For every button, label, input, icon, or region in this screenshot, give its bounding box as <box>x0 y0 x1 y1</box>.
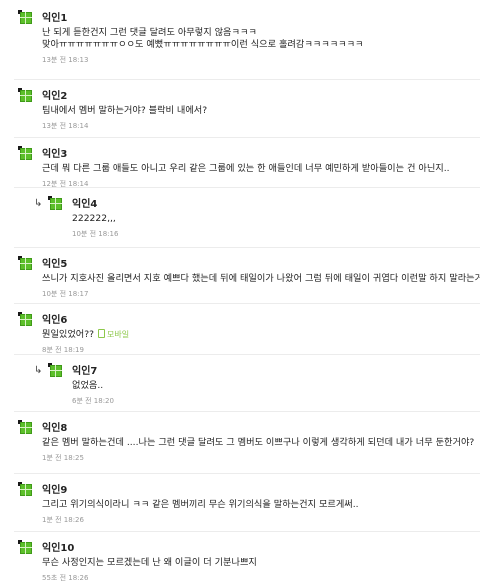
comment-timestamp: 10분 전 18:17 <box>42 290 89 298</box>
comment-text: 같은 멤버 말하는건데 ....나는 그런 댓글 달려도 그 멤버도 이쁘구나 … <box>42 437 474 449</box>
comment-text-line: 근데 뭐 다른 그룹 애들도 아니고 우리 같은 그룹에 있는 한 애들인데 너… <box>42 163 450 174</box>
comment-text: 근데 뭐 다른 그룹 애들도 아니고 우리 같은 그룹에 있는 한 애들인데 너… <box>42 163 450 175</box>
mobile-phone-icon <box>98 329 106 338</box>
comment-text: 그리고 위기의식이라니 ㅋㅋ 같은 멤버끼리 무슨 위기의식을 말하는건지 모르… <box>42 499 359 511</box>
comment-timestamp: 6분 전 18:20 <box>72 397 114 405</box>
comment-author[interactable]: 익인7 <box>72 362 97 377</box>
comment-text: 쓰니가 지호사진 올리면서 지호 예쁘다 했는데 뒤에 태일이가 나왔어 그럼 … <box>42 273 480 285</box>
comment-text-line: 무슨 사정인지는 모르겠는데 난 왜 이글이 더 기분나쁘지 <box>42 557 257 568</box>
reply-arrow-icon: ↳ <box>34 198 43 209</box>
avatar-icon <box>48 196 64 212</box>
comment-author[interactable]: 익인5 <box>42 255 67 270</box>
comment-timestamp: 10분 전 18:16 <box>72 230 119 238</box>
comment-text: 222222,,, <box>72 213 116 225</box>
comment-text: 팀내에서 멤버 말하는거야? 블락비 내에서? <box>42 105 207 117</box>
avatar-icon <box>18 10 34 26</box>
reply-arrow-icon: ↳ <box>34 365 43 376</box>
comment-author[interactable]: 익인3 <box>42 145 67 160</box>
comment-text-line: 없었음.. <box>72 380 104 391</box>
comment-author[interactable]: 익인1 <box>42 9 67 24</box>
comment-text-line: 같은 멤버 말하는건데 ....나는 그런 댓글 달려도 그 멤버도 이쁘구나 … <box>42 437 475 448</box>
avatar-icon <box>18 312 34 328</box>
comment-divider <box>14 303 480 304</box>
comment-text-line: 맞아ㅠㅠㅠㅠㅠㅠㅠㅇㅇ도 예뻤ㅠㅠㅠㅠㅠㅠㅠㅠ이런 식으로 홀려감ㅋㅋㅋㅋㅋㅋㅋ <box>42 39 364 50</box>
avatar-icon <box>18 146 34 162</box>
comment-text-line: 난 되게 듣한건지 그런 댓글 달려도 아무렇지 않음ㅋㅋㅋ <box>42 27 257 38</box>
comment-text-line: 팀내에서 멤버 말하는거야? 블락비 내에서? <box>42 105 208 116</box>
comment-divider <box>14 137 480 138</box>
comment-timestamp: 1분 전 18:25 <box>42 454 84 462</box>
comment-divider <box>14 247 480 248</box>
comment-text-line: 그리고 위기의식이라니 ㅋㅋ 같은 멤버끼리 무슨 위기의식을 말하는건지 모르… <box>42 499 359 510</box>
comment-author[interactable]: 익인10 <box>42 539 74 554</box>
comment-author[interactable]: 익인2 <box>42 87 67 102</box>
avatar-icon <box>18 256 34 272</box>
comment-divider <box>14 354 480 355</box>
comment-timestamp: 13분 전 18:13 <box>42 56 89 64</box>
comment-text: 없었음.. <box>72 380 103 392</box>
comment-divider <box>14 411 480 412</box>
avatar-icon <box>18 420 34 436</box>
comment-text: 뭔일있었어?? 모바일 <box>42 329 129 341</box>
comment-divider <box>14 531 480 532</box>
comment-divider <box>14 187 480 188</box>
comment-author[interactable]: 익인9 <box>42 481 67 496</box>
comment-author[interactable]: 익인4 <box>72 195 97 210</box>
comment-text: 난 되게 듣한건지 그런 댓글 달려도 아무렇지 않음ㅋㅋㅋ 맞아ㅠㅠㅠㅠㅠㅠㅠㅇ… <box>42 27 364 51</box>
avatar-icon <box>18 540 34 556</box>
comment-text-line: 쓰니가 지호사진 올리면서 지호 예쁘다 했는데 뒤에 태일이가 나왔어 그럼 … <box>42 273 480 284</box>
comment-text: 무슨 사정인지는 모르겠는데 난 왜 이글이 더 기분나쁘지 <box>42 557 257 569</box>
mobile-badge: 모바일 <box>98 329 129 339</box>
comment-author[interactable]: 익인6 <box>42 311 67 326</box>
comment-timestamp: 13분 전 18:14 <box>42 122 89 130</box>
avatar-icon <box>48 363 64 379</box>
comment-list: 익인1 난 되게 듣한건지 그런 댓글 달려도 아무렇지 않음ㅋㅋㅋ 맞아ㅠㅠㅠㅠㅠ… <box>0 0 480 582</box>
comment-divider <box>14 79 480 80</box>
comment-timestamp: 1분 전 18:26 <box>42 516 84 524</box>
avatar-icon <box>18 482 34 498</box>
comment-divider <box>14 473 480 474</box>
comment-text-line: 222222,,, <box>72 213 116 224</box>
comment-text-line: 뭔일있었어?? 모바일 <box>42 329 130 340</box>
comment-author[interactable]: 익인8 <box>42 419 67 434</box>
avatar-icon <box>18 88 34 104</box>
